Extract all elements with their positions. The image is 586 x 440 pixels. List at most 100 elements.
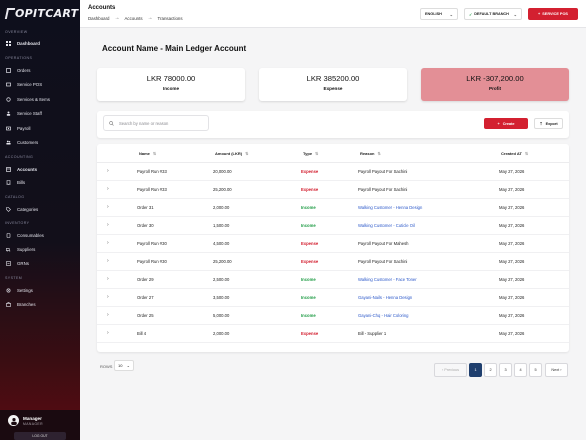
scrollbar[interactable] — [580, 30, 584, 438]
table-row[interactable]: › Order 31 2,000.00 Income Walking Customer … — [97, 199, 569, 217]
chevron-down-icon: ⌄ — [449, 11, 453, 17]
sidebar-item-service-pos[interactable]: Service POS — [6, 80, 76, 88]
page-button[interactable]: 3 — [499, 363, 512, 377]
upload-icon: ⇡ — [539, 122, 543, 126]
sidebar-item-label: Suppliers — [17, 246, 36, 252]
sidebar-item-label: Accounts — [17, 166, 38, 172]
cell-reason[interactable]: Gayani-Nails - Henna Design — [358, 295, 412, 300]
cell-reason[interactable]: Walking Customer - Cuticle Oil — [358, 223, 415, 228]
rows-per-page-select[interactable]: 10 ⌄ — [114, 360, 134, 371]
search-input[interactable]: Search by name or reason — [103, 115, 209, 131]
cell-type: Expense — [301, 331, 319, 336]
brand-logo[interactable]: OPITCART — [4, 6, 78, 20]
sidebar-item-accounts[interactable]: Accounts — [6, 165, 76, 173]
column-type[interactable]: Type ⇅ — [303, 151, 318, 156]
suppliers-icon — [6, 247, 11, 252]
chevron-right-icon[interactable]: › — [107, 168, 109, 174]
chevron-right-icon[interactable]: › — [107, 294, 109, 300]
branches-icon — [6, 301, 11, 307]
chevron-right-icon[interactable]: › — [107, 240, 109, 246]
sidebar-item-settings[interactable]: Settings — [6, 286, 76, 294]
page-button[interactable]: 1 — [469, 363, 482, 377]
breadcrumb-item[interactable]: Accounts — [124, 16, 142, 21]
sidebar-item-suppliers[interactable]: Suppliers — [6, 245, 76, 253]
chevron-right-icon[interactable]: › — [107, 204, 109, 210]
expense-label: Expense — [323, 86, 343, 91]
consumables-icon — [6, 232, 11, 238]
cell-type: Expense — [301, 187, 319, 192]
breadcrumb: Dashboard → Accounts → Transactions — [88, 15, 183, 21]
chevron-right-icon[interactable]: › — [107, 186, 109, 192]
chevron-right-icon[interactable]: › — [107, 330, 109, 336]
cell-reason: Payroll Payout For Sachini — [358, 259, 408, 264]
cell-name: Order 31 — [137, 205, 154, 210]
branch-select[interactable]: ✓ DEFAULT BRANCH ⌄ — [464, 8, 522, 20]
page-button[interactable]: 5 — [529, 363, 542, 377]
cell-created: May 27, 2026 — [499, 205, 525, 210]
cell-reason[interactable]: Walking Customer - Face Toner — [358, 277, 417, 282]
export-button[interactable]: ⇡ Export — [534, 118, 563, 129]
expense-card: LKR 385200.00 Expense — [259, 68, 407, 101]
sidebar-item-service-staff[interactable]: Service Staff — [6, 109, 76, 117]
plus-icon: + — [497, 121, 500, 126]
language-select[interactable]: ENGLISH ⌄ — [420, 8, 458, 20]
customers-icon — [6, 140, 11, 145]
sidebar-item-label: Service POS — [17, 81, 43, 87]
table-row[interactable]: › Bill 4 2,000.00 Expense Bill - Supplier 1 M… — [97, 325, 569, 343]
sidebar-item-bills[interactable]: Bills — [6, 178, 76, 186]
create-button[interactable]: + Create — [484, 118, 528, 129]
chevron-right-icon[interactable]: › — [107, 258, 109, 264]
avatar — [8, 415, 19, 426]
sidebar-item-grns[interactable]: GRNs — [6, 259, 76, 267]
column-label: Created AT — [501, 151, 522, 156]
section-accounting: ACCOUNTING — [5, 155, 34, 159]
profit-label: Profit — [489, 86, 501, 91]
sidebar-item-customers[interactable]: Customers — [6, 138, 76, 146]
sidebar-item-label: Orders — [17, 67, 31, 73]
cell-reason[interactable]: Gayani-Chq - Hair Coloring — [358, 313, 409, 318]
breadcrumb-item[interactable]: Dashboard — [88, 16, 109, 21]
cell-amount: 3,500.00 — [213, 295, 230, 300]
column-reason[interactable]: Reason ⇅ — [360, 151, 381, 156]
column-created[interactable]: Created AT ⇅ — [501, 151, 528, 156]
cell-created: May 27, 2026 — [499, 187, 525, 192]
previous-page-button[interactable]: ‹ Previous — [434, 363, 467, 377]
column-name[interactable]: Name ⇅ — [139, 151, 156, 156]
table-row[interactable]: › Payroll Run #33 20,000.00 Expense Payroll … — [97, 163, 569, 181]
table-row[interactable]: › Payroll Run #30 25,200.00 Expense Payroll … — [97, 253, 569, 271]
table-row[interactable]: › Order 25 5,000.00 Income Gayani-Chq - Hair… — [97, 307, 569, 325]
sidebar-item-consumables[interactable]: Consumables — [6, 231, 76, 239]
user-panel[interactable]: Manager MANAGER LOG OUT — [0, 410, 80, 440]
page-button[interactable]: 2 — [484, 363, 497, 377]
sidebar-item-categories[interactable]: Categories — [6, 205, 76, 213]
table-row[interactable]: › Order 30 1,500.00 Income Walking Customer … — [97, 217, 569, 235]
logout-button[interactable]: LOG OUT — [14, 432, 66, 440]
cell-reason[interactable]: Walking Customer - Henna Design — [358, 205, 422, 210]
sidebar-item-payroll[interactable]: Payroll — [6, 124, 76, 132]
user-role: MANAGER — [23, 422, 43, 426]
plus-icon: + — [538, 12, 541, 16]
chevron-right-icon[interactable]: › — [107, 276, 109, 282]
table-row[interactable]: › Order 27 3,500.00 Income Gayani-Nails - He… — [97, 289, 569, 307]
page-button[interactable]: 4 — [514, 363, 527, 377]
chevron-down-icon: ⌄ — [126, 363, 130, 368]
table-row[interactable]: › Payroll Run #33 25,200.00 Expense Payroll … — [97, 181, 569, 199]
table-header: Name ⇅ Amount (LKR) ⇅ Type ⇅ Reason ⇅ Create… — [97, 144, 569, 163]
service-pos-button[interactable]: + SERVICE POS — [528, 8, 578, 20]
chevron-right-icon[interactable]: › — [107, 312, 109, 318]
column-label: Amount (LKR) — [215, 151, 243, 156]
sidebar-item-services-items[interactable]: Services & Items — [6, 95, 76, 103]
cell-type: Income — [301, 223, 316, 228]
column-amount[interactable]: Amount (LKR) ⇅ — [215, 151, 248, 156]
cell-amount: 20,000.00 — [213, 169, 232, 174]
table-row[interactable]: › Payroll Run #30 4,500.00 Expense Payroll P… — [97, 235, 569, 253]
chevron-right-icon[interactable]: › — [107, 222, 109, 228]
cell-type: Expense — [301, 259, 319, 264]
sidebar-item-label: GRNs — [17, 260, 29, 266]
sidebar-item-orders[interactable]: Orders — [6, 66, 76, 74]
sidebar-item-dashboard[interactable]: Dashboard — [6, 39, 76, 47]
table-row[interactable]: › Order 29 2,500.00 Income Walking Customer … — [97, 271, 569, 289]
next-page-button[interactable]: Next › — [545, 363, 568, 377]
sidebar-item-branches[interactable]: Branches — [6, 300, 76, 308]
cell-created: May 27, 2026 — [499, 169, 525, 174]
